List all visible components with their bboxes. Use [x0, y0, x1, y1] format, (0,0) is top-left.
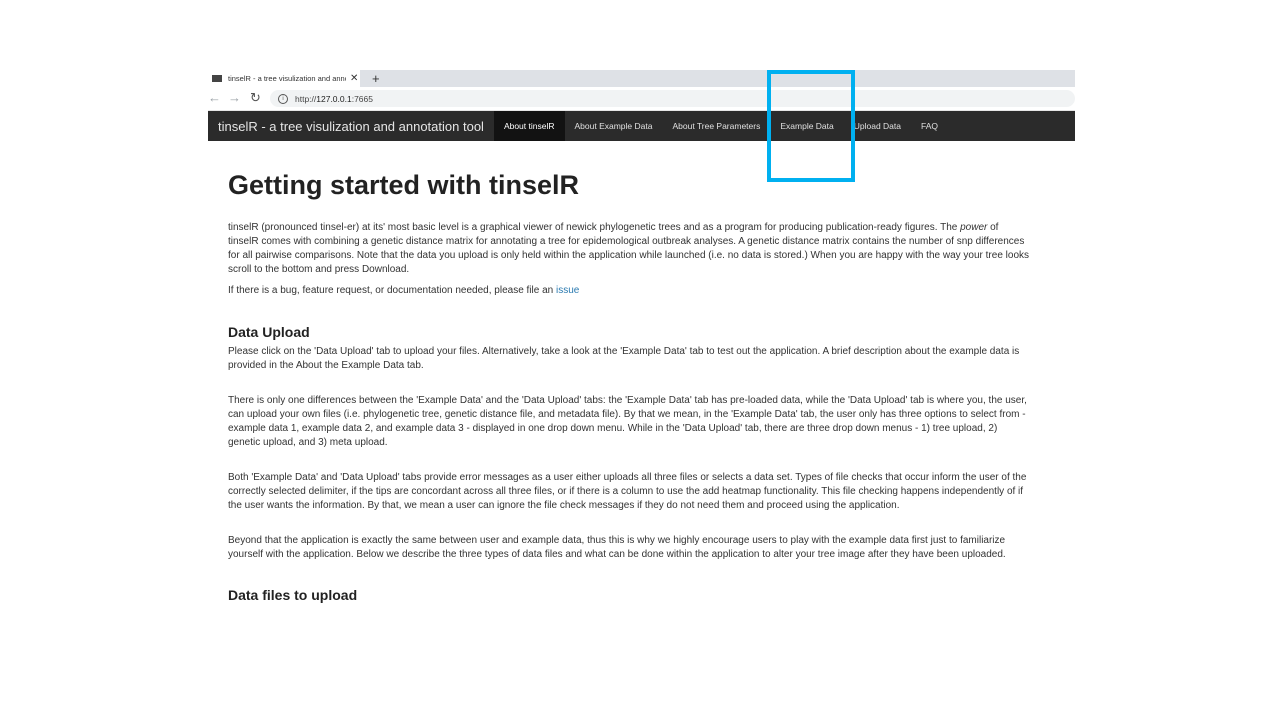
url-port: :7665: [351, 93, 373, 104]
bug-report-paragraph: If there is a bug, feature request, or d…: [228, 284, 1030, 298]
url-prefix: http://: [295, 93, 317, 104]
upload-paragraph-2: There is only one differences between th…: [228, 395, 1027, 448]
app-navbar: tinselR - a tree visulization and annota…: [208, 111, 1075, 141]
reload-icon[interactable]: ↻: [250, 89, 261, 107]
issue-link[interactable]: issue: [556, 285, 579, 296]
nav-about-tree-parameters[interactable]: About Tree Parameters: [662, 111, 770, 141]
intro-paragraph: tinselR (pronounced tinsel-er) at its' m…: [228, 221, 1030, 277]
nav-about-example-data[interactable]: About Example Data: [565, 111, 663, 141]
upload-paragraph-3: Both 'Example Data' and 'Data Upload' ta…: [228, 472, 1027, 511]
favicon-icon: [212, 75, 222, 82]
upload-paragraph-1: Please click on the 'Data Upload' tab to…: [228, 346, 1020, 371]
nav-about-tinselr[interactable]: About tinselR: [493, 111, 565, 141]
new-tab-icon[interactable]: +: [372, 70, 380, 87]
address-bar-row: ← → ↻ i http://127.0.0.1:7665: [208, 87, 1075, 111]
back-icon[interactable]: ←: [208, 89, 221, 107]
app-brand[interactable]: tinselR - a tree visulization and annota…: [208, 119, 494, 134]
bug-text: If there is a bug, feature request, or d…: [228, 285, 556, 296]
nav-faq[interactable]: FAQ: [911, 111, 948, 141]
url-text: http://127.0.0.1:7665: [295, 94, 373, 104]
browser-tab[interactable]: tinselR - a tree visulization and annota…: [208, 70, 360, 87]
tab-bar: tinselR - a tree visulization and annota…: [208, 70, 1075, 87]
forward-icon[interactable]: →: [228, 89, 241, 107]
tab-title: tinselR - a tree visulization and annota…: [228, 74, 346, 83]
url-host: 127.0.0.1: [316, 93, 352, 104]
section-title-data-files: Data files to upload: [228, 587, 358, 603]
upload-paragraph-4: Beyond that the application is exactly t…: [228, 535, 1006, 560]
info-icon[interactable]: i: [278, 93, 288, 104]
address-bar[interactable]: i http://127.0.0.1:7665: [270, 90, 1075, 107]
intro-text-1: tinselR (pronounced tinsel-er) at its' m…: [228, 222, 961, 233]
section-title-data-upload: Data Upload: [228, 324, 310, 340]
browser-window: tinselR - a tree visulization and annota…: [208, 70, 1075, 141]
page-title: Getting started with tinselR: [228, 170, 580, 200]
close-tab-icon[interactable]: ✕: [350, 73, 358, 84]
intro-emphasis: power: [960, 222, 988, 233]
main-content: Getting started with tinselR tinselR (pr…: [228, 170, 1030, 603]
highlight-box: [767, 70, 855, 182]
